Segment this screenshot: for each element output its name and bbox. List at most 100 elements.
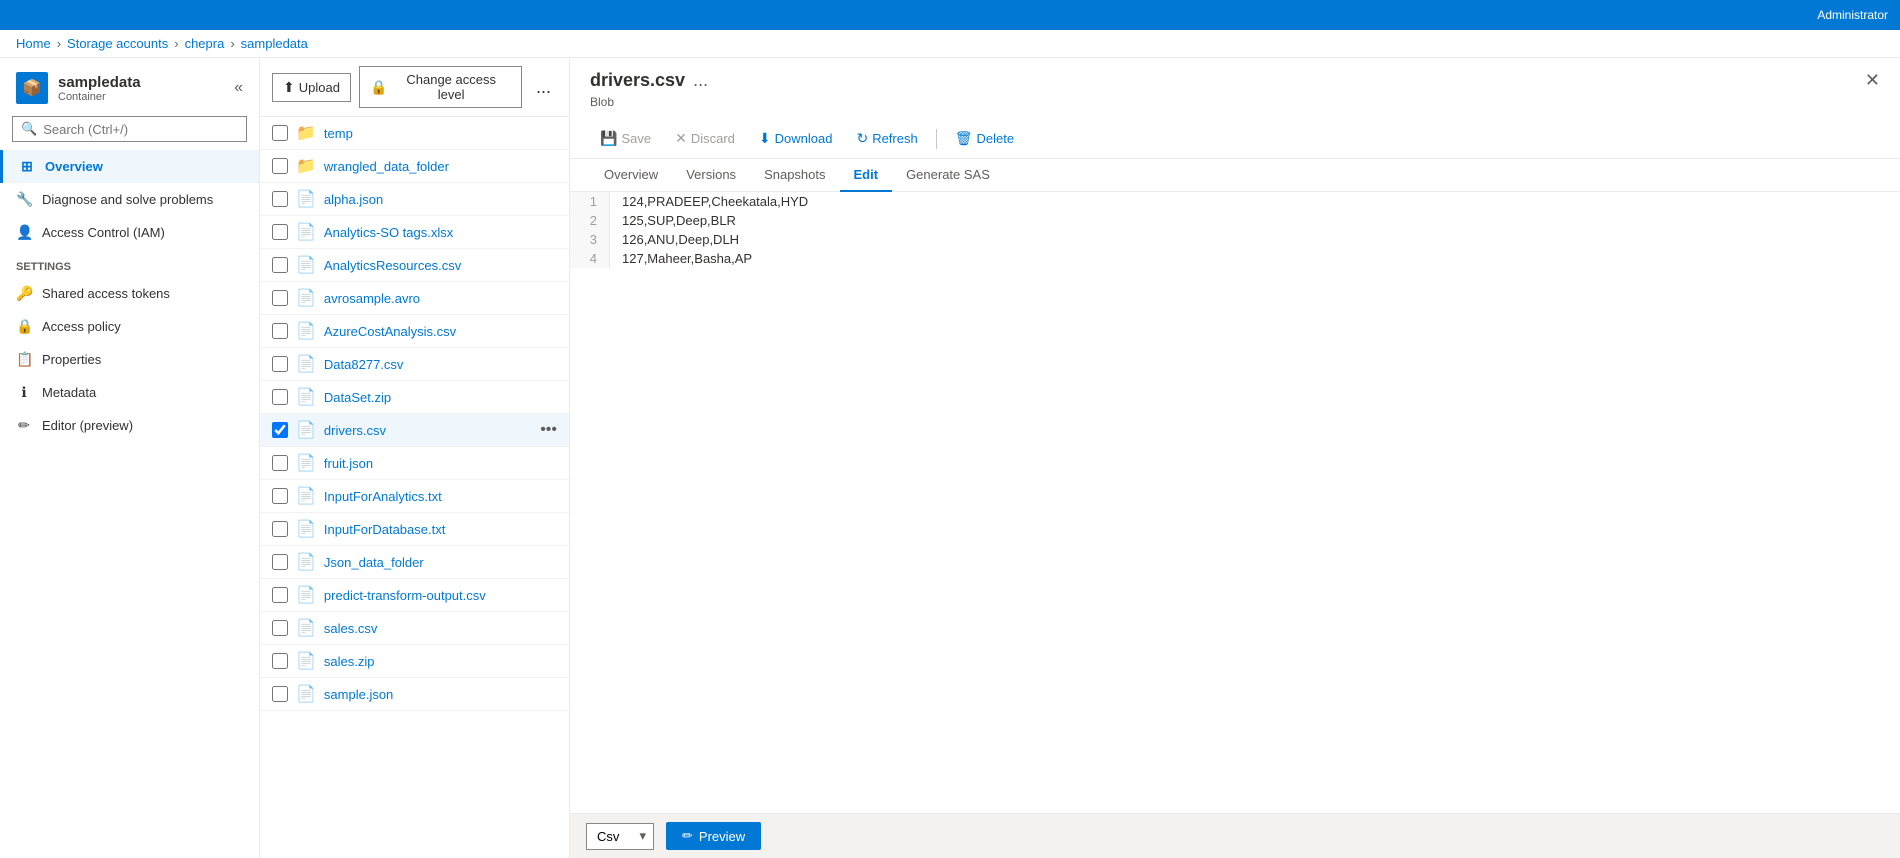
file-checkbox[interactable] [272,323,288,339]
code-content[interactable]: 126,ANU,Deep,DLH [610,230,1900,249]
file-more-icon[interactable]: ••• [540,421,557,439]
document-icon: 📄 [296,618,316,638]
list-item[interactable]: 📄 InputForAnalytics.txt ••• [260,480,569,513]
breadcrumb-home[interactable]: Home [16,36,51,51]
breadcrumb-storage[interactable]: Storage accounts [67,36,168,51]
list-item[interactable]: 📄 InputForDatabase.txt ••• [260,513,569,546]
document-icon: 📄 [296,552,316,572]
list-item[interactable]: 📄 Json_data_folder ••• [260,546,569,579]
file-name: avrosample.avro [324,291,532,306]
download-icon: ⬇ [759,130,771,147]
list-item[interactable]: 📄 AzureCostAnalysis.csv ••• [260,315,569,348]
line-number: 2 [570,211,610,230]
tabs: Overview Versions Snapshots Edit Generat… [570,159,1900,192]
sidebar-item-diagnose[interactable]: 🔧 Diagnose and solve problems [0,183,259,216]
detail-close-button[interactable]: ✕ [1865,70,1880,91]
list-item[interactable]: 📄 fruit.json ••• [260,447,569,480]
breadcrumb-sampledata[interactable]: sampledata [241,36,308,51]
tab-versions[interactable]: Versions [672,159,750,192]
file-checkbox[interactable] [272,587,288,603]
search-box: 🔍 [12,116,247,142]
preview-button[interactable]: ✏ Preview [666,822,761,850]
file-checkbox[interactable] [272,257,288,273]
list-item[interactable]: 📄 avrosample.avro ••• [260,282,569,315]
list-item[interactable]: 📄 alpha.json ••• [260,183,569,216]
search-input[interactable] [43,122,238,137]
sidebar-item-access-policy[interactable]: 🔒 Access policy [0,310,259,343]
tab-overview[interactable]: Overview [590,159,672,192]
file-checkbox[interactable] [272,125,288,141]
discard-button[interactable]: ✕ Discard [665,125,745,152]
key-icon: 🔑 [16,285,32,302]
format-select[interactable]: Csv Json Text [586,823,654,850]
save-button[interactable]: 💾 Save [590,125,661,152]
code-content[interactable]: 127,Maheer,Basha,AP [610,249,1900,268]
file-checkbox[interactable] [272,686,288,702]
file-list: 📁 temp ••• 📁 wrangled_data_folder ••• 📄 … [260,117,569,858]
code-content[interactable]: 125,SUP,Deep,BLR [610,211,1900,230]
list-item[interactable]: 📄 drivers.csv ••• [260,414,569,447]
sidebar-collapse-button[interactable]: « [234,79,243,97]
list-item[interactable]: 📄 Data8277.csv ••• [260,348,569,381]
document-icon: 📄 [296,519,316,539]
file-name: sales.zip [324,654,532,669]
file-name: InputForAnalytics.txt [324,489,532,504]
document-icon: 📄 [296,585,316,605]
file-name: InputForDatabase.txt [324,522,532,537]
sidebar-item-properties[interactable]: 📋 Properties [0,343,259,376]
tab-generate-sas[interactable]: Generate SAS [892,159,1004,192]
sidebar-item-label-policy: Access policy [42,319,121,334]
file-checkbox[interactable] [272,224,288,240]
detail-more-button[interactable]: ... [693,70,708,91]
upload-button[interactable]: ⬆ Upload [272,73,351,102]
sidebar-item-shared-access[interactable]: 🔑 Shared access tokens [0,277,259,310]
code-content[interactable]: 124,PRADEEP,Cheekatala,HYD [610,192,1900,211]
file-checkbox[interactable] [272,158,288,174]
delete-button[interactable]: 🗑 Delete [945,125,1024,152]
list-item[interactable]: 📄 AnalyticsResources.csv ••• [260,249,569,282]
sidebar-item-label-iam: Access Control (IAM) [42,225,165,240]
file-checkbox[interactable] [272,191,288,207]
refresh-button[interactable]: ↻ Refresh [846,125,927,152]
sidebar-item-editor[interactable]: ✏ Editor (preview) [0,409,259,442]
file-name: DataSet.zip [324,390,532,405]
file-checkbox[interactable] [272,554,288,570]
file-checkbox[interactable] [272,422,288,438]
document-icon: 📄 [296,684,316,704]
list-item[interactable]: 📄 DataSet.zip ••• [260,381,569,414]
file-checkbox[interactable] [272,488,288,504]
list-item[interactable]: 📁 wrangled_data_folder ••• [260,150,569,183]
sidebar-item-overview[interactable]: ⊞ Overview [0,150,259,183]
file-checkbox[interactable] [272,455,288,471]
download-button[interactable]: ⬇ Download [749,125,843,152]
file-checkbox[interactable] [272,620,288,636]
lock-icon: 🔒 [16,318,32,335]
list-item[interactable]: 📄 sales.csv ••• [260,612,569,645]
file-name: sample.json [324,687,532,702]
code-row: 4 127,Maheer,Basha,AP [570,249,1900,268]
file-checkbox[interactable] [272,389,288,405]
editor-icon: ✏ [16,417,32,434]
list-item[interactable]: 📄 sales.zip ••• [260,645,569,678]
list-item[interactable]: 📁 temp ••• [260,117,569,150]
file-toolbar-more[interactable]: ... [530,72,557,103]
sidebar-subtitle: Container [58,91,141,103]
breadcrumb-chepra[interactable]: chepra [185,36,225,51]
sidebar-item-metadata[interactable]: ℹ Metadata [0,376,259,409]
line-number: 4 [570,249,610,268]
tab-snapshots[interactable]: Snapshots [750,159,839,192]
file-checkbox[interactable] [272,653,288,669]
list-item[interactable]: 📄 sample.json ••• [260,678,569,711]
file-checkbox[interactable] [272,356,288,372]
list-item[interactable]: 📄 Analytics-SO tags.xlsx ••• [260,216,569,249]
settings-section-label: Settings [0,249,259,277]
file-checkbox[interactable] [272,290,288,306]
code-row: 3 126,ANU,Deep,DLH [570,230,1900,249]
sidebar-item-iam[interactable]: 👤 Access Control (IAM) [0,216,259,249]
tab-edit[interactable]: Edit [840,159,893,192]
file-checkbox[interactable] [272,521,288,537]
top-bar: Administrator [0,0,1900,30]
document-icon: 📄 [296,255,316,275]
list-item[interactable]: 📄 predict-transform-output.csv ••• [260,579,569,612]
change-access-button[interactable]: 🔒 Change access level [359,66,522,108]
